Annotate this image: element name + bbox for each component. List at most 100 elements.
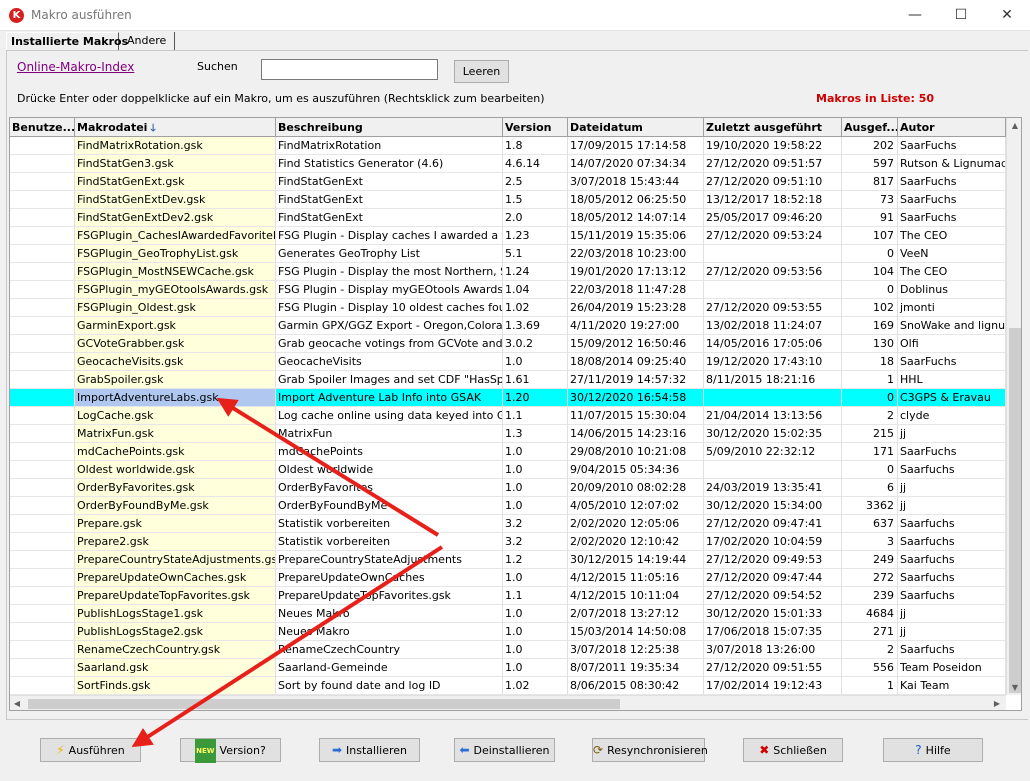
- table-row[interactable]: FindStatGenExtDev.gsk FindStatGenExt 1.5 18…: [10, 191, 1006, 209]
- table-row[interactable]: FindStatGenExtDev2.gsk FindStatGenExt 2.0 1…: [10, 209, 1006, 227]
- scroll-right-icon[interactable]: ▶: [992, 699, 1002, 708]
- cell-version: 1.0: [503, 461, 568, 479]
- table-row[interactable]: GrabSpoiler.gsk Grab Spoiler Images and s…: [10, 371, 1006, 389]
- table-row[interactable]: FSGPlugin_GeoTrophyList.gsk Generates Geo…: [10, 245, 1006, 263]
- button-label: Resynchronisieren: [607, 744, 708, 757]
- table-row[interactable]: mdCachePoints.gsk mdCachePoints 1.0 29/08/2…: [10, 443, 1006, 461]
- cell-last-run: 24/03/2019 13:35:41: [704, 479, 842, 497]
- cell-run-count: 0: [842, 389, 898, 407]
- cell-used: [10, 677, 75, 695]
- table-row[interactable]: PrepareCountryStateAdjustments.gsk Prepar…: [10, 551, 1006, 569]
- table-row[interactable]: PublishLogsStage2.gsk Neues Makro 1.0 15/03…: [10, 623, 1006, 641]
- scroll-down-icon[interactable]: ▼: [1007, 683, 1021, 692]
- online-macro-index-link[interactable]: Online-Makro-Index: [17, 60, 134, 74]
- table-row[interactable]: Prepare2.gsk Statistik vorbereiten 3.2 2/02…: [10, 533, 1006, 551]
- table-row[interactable]: GCVoteGrabber.gsk Grab geocache votings f…: [10, 335, 1006, 353]
- cell-author: The CEO: [898, 227, 1006, 245]
- table-row[interactable]: FSGPlugin_MostNSEWCache.gsk FSG Plugin - …: [10, 263, 1006, 281]
- table-row[interactable]: RenameCzechCountry.gsk RenameCzechCountry…: [10, 641, 1006, 659]
- header-label: Beschreibung: [278, 121, 363, 134]
- hilfe-button[interactable]: ? Hilfe: [883, 738, 983, 762]
- table-row[interactable]: GarminExport.gsk Garmin GPX/GGZ Export - …: [10, 317, 1006, 335]
- header-col-file-date[interactable]: Dateidatum: [568, 118, 704, 137]
- tab-other[interactable]: Andere: [123, 32, 175, 50]
- deinstallieren-button[interactable]: ⬅ Deinstallieren: [454, 738, 555, 762]
- table-row[interactable]: LogCache.gsk Log cache online using data …: [10, 407, 1006, 425]
- table-row[interactable]: PrepareUpdateOwnCaches.gsk PrepareUpdateO…: [10, 569, 1006, 587]
- table-row[interactable]: FSGPlugin_myGEOtoolsAwards.gsk FSG Plugin…: [10, 281, 1006, 299]
- schließen-button[interactable]: ✖ Schließen: [743, 738, 843, 762]
- installieren-button[interactable]: ➡ Installieren: [319, 738, 420, 762]
- cell-description: PrepareCountryStateAdjustments: [276, 551, 503, 569]
- cell-used: [10, 191, 75, 209]
- search-label: Suchen: [197, 60, 238, 73]
- cell-used: [10, 263, 75, 281]
- cell-used: [10, 155, 75, 173]
- cell-version: 2.5: [503, 173, 568, 191]
- table-row[interactable]: Saarland.gsk Saarland-Gemeinde 1.0 8/07/201…: [10, 659, 1006, 677]
- vertical-scroll-thumb[interactable]: [1009, 328, 1021, 693]
- cell-last-run: 27/12/2020 09:51:57: [704, 155, 842, 173]
- close-window-button[interactable]: ✕: [984, 0, 1030, 31]
- cell-macro-file: Prepare2.gsk: [75, 533, 276, 551]
- scroll-up-icon[interactable]: ▲: [1007, 121, 1021, 130]
- version-button[interactable]: NEW Version?: [180, 738, 281, 763]
- tab-installed-macros[interactable]: Installierte Makros: [6, 32, 128, 50]
- table-row[interactable]: ImportAdventureLabs.gsk Import Adventure …: [10, 389, 1006, 407]
- horizontal-scroll-thumb[interactable]: [28, 699, 620, 709]
- table-row[interactable]: OrderByFavorites.gsk OrderByFavorites 1.0 2…: [10, 479, 1006, 497]
- clear-button[interactable]: Leeren: [454, 60, 509, 83]
- table-row[interactable]: FSGPlugin_Oldest.gsk FSG Plugin - Display…: [10, 299, 1006, 317]
- cell-description: Import Adventure Lab Info into GSAK: [276, 389, 503, 407]
- cell-last-run: [704, 245, 842, 263]
- header-col-author[interactable]: Autor: [898, 118, 1006, 137]
- cell-last-run: 13/12/2017 18:52:18: [704, 191, 842, 209]
- cell-macro-file: GCVoteGrabber.gsk: [75, 335, 276, 353]
- cell-run-count: 249: [842, 551, 898, 569]
- cell-version: 1.02: [503, 677, 568, 695]
- vertical-scrollbar[interactable]: ▲ ▼: [1006, 118, 1021, 695]
- usage-hint: Drücke Enter oder doppelklicke auf ein M…: [17, 92, 545, 105]
- header-col-macro-file[interactable]: Makrodatei 🡓: [75, 118, 276, 137]
- ausführen-button[interactable]: ⚡ Ausführen: [40, 738, 141, 762]
- search-input[interactable]: [261, 59, 438, 80]
- minimize-button[interactable]: —: [892, 0, 938, 31]
- header-col-description[interactable]: Beschreibung: [276, 118, 503, 137]
- header-col-version[interactable]: Version: [503, 118, 568, 137]
- table-row[interactable]: SortFinds.gsk Sort by found date and log …: [10, 677, 1006, 695]
- table-row[interactable]: OrderByFoundByMe.gsk OrderByFoundByMe 1.0 4…: [10, 497, 1006, 515]
- header-col-last-run[interactable]: Zuletzt ausgeführt: [704, 118, 842, 137]
- table-row[interactable]: FindStatGen3.gsk Find Statistics Generato…: [10, 155, 1006, 173]
- table-row[interactable]: PrepareUpdateTopFavorites.gsk PrepareUpda…: [10, 587, 1006, 605]
- resynchronisieren-button[interactable]: ⟳ Resynchronisieren: [592, 738, 708, 762]
- cell-last-run: 14/05/2016 17:05:06: [704, 335, 842, 353]
- cell-run-count: 73: [842, 191, 898, 209]
- cell-description: Neues Makro: [276, 623, 503, 641]
- table-row[interactable]: GeocacheVisits.gsk GeocacheVisits 1.0 18/08…: [10, 353, 1006, 371]
- header-col-used[interactable]: Benutze...: [10, 118, 75, 137]
- cell-version: 3.2: [503, 515, 568, 533]
- table-row[interactable]: FindStatGenExt.gsk FindStatGenExt 2.5 3/07/…: [10, 173, 1006, 191]
- cell-file-date: 19/01/2020 17:13:12: [568, 263, 704, 281]
- lightning-icon: ⚡: [56, 743, 65, 757]
- horizontal-scrollbar[interactable]: ◀ ▶: [10, 695, 1006, 710]
- header-col-run-count[interactable]: Ausgef...: [842, 118, 898, 137]
- cell-author: Doblinus: [898, 281, 1006, 299]
- app-logo-icon: K: [9, 8, 24, 23]
- cell-macro-file: FSGPlugin_CachesIAwardedFavoritePoint.gs…: [75, 227, 276, 245]
- cell-file-date: 9/04/2015 05:34:36: [568, 461, 704, 479]
- cell-author: SnoWake and lignumaqua: [898, 317, 1006, 335]
- scroll-left-icon[interactable]: ◀: [12, 699, 22, 708]
- table-row[interactable]: Prepare.gsk Statistik vorbereiten 3.2 2/02/…: [10, 515, 1006, 533]
- macro-table[interactable]: Benutze... Makrodatei 🡓 Beschreibung Version…: [9, 117, 1022, 711]
- table-row[interactable]: PublishLogsStage1.gsk Neues Makro 1.0 2/07/…: [10, 605, 1006, 623]
- table-row[interactable]: FindMatrixRotation.gsk FindMatrixRotation…: [10, 137, 1006, 155]
- cell-run-count: 239: [842, 587, 898, 605]
- maximize-button[interactable]: ☐: [938, 0, 984, 31]
- cell-run-count: 102: [842, 299, 898, 317]
- table-row[interactable]: MatrixFun.gsk MatrixFun 1.3 14/06/2015 14:2…: [10, 425, 1006, 443]
- table-row[interactable]: FSGPlugin_CachesIAwardedFavoritePoint.gs…: [10, 227, 1006, 245]
- cell-file-date: 15/11/2019 15:35:06: [568, 227, 704, 245]
- cell-macro-file: OrderByFavorites.gsk: [75, 479, 276, 497]
- table-row[interactable]: Oldest worldwide.gsk Oldest worldwide 1.0 9…: [10, 461, 1006, 479]
